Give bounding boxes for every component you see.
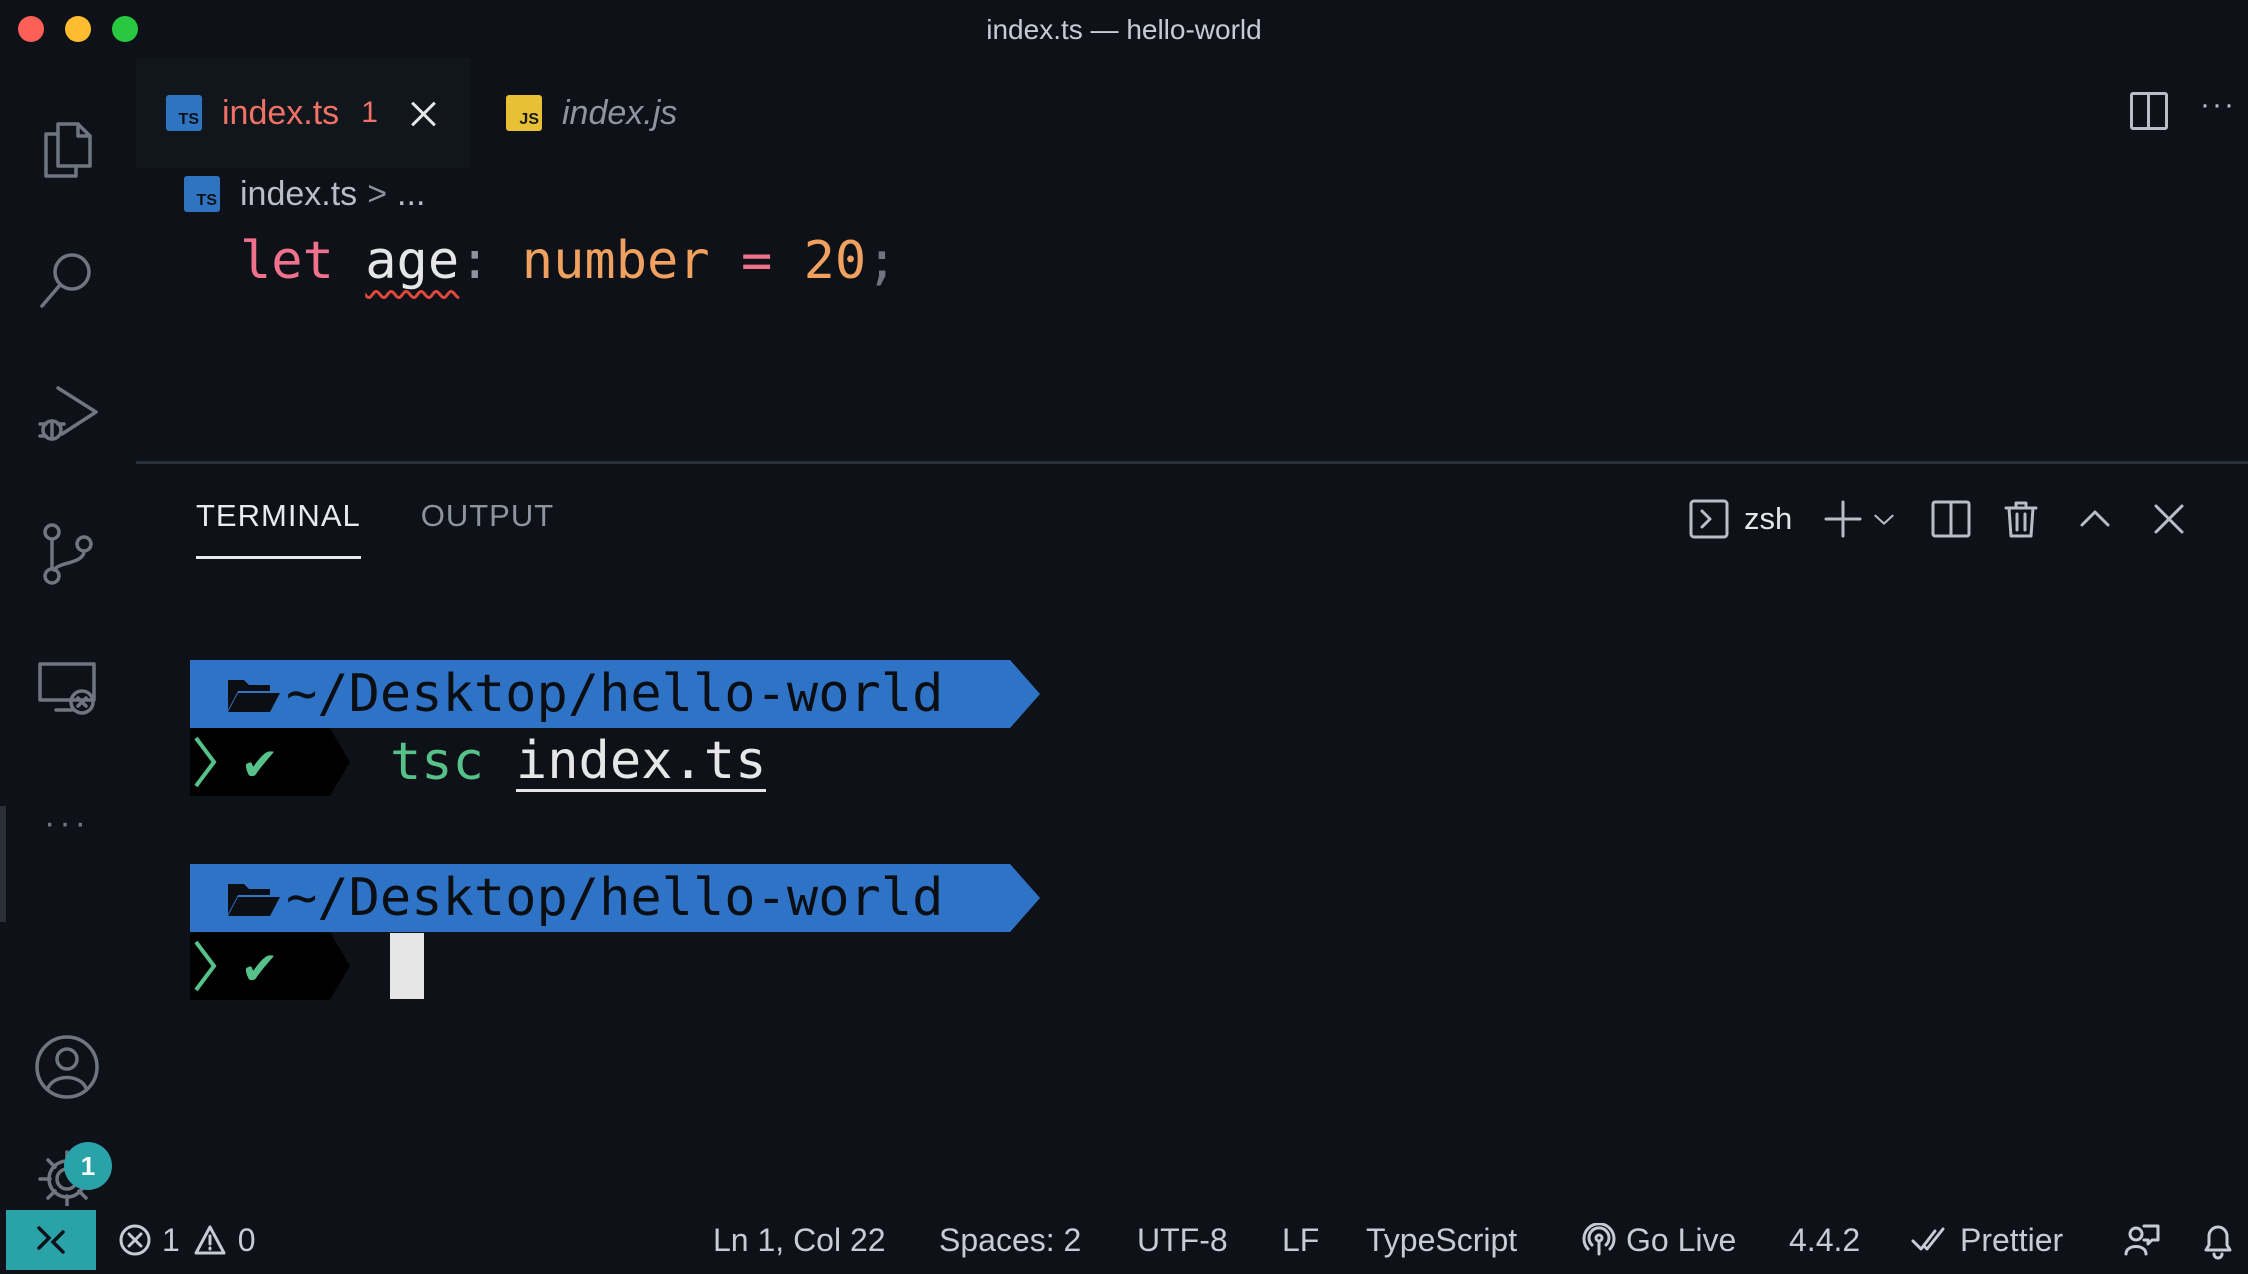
editor-tab-bar: TS index.ts 1 JS index.js	[136, 58, 2248, 168]
indentation-selector[interactable]: Spaces: 2	[939, 1206, 1081, 1274]
shell-name: zsh	[1744, 501, 1793, 536]
prompt-chevron-icon	[194, 940, 217, 992]
title-bar: index.ts — hello-world	[0, 0, 2248, 58]
panel-actions: zsh	[1688, 494, 2248, 544]
error-icon	[119, 1224, 151, 1256]
command-argument: index.ts	[515, 730, 767, 792]
typescript-version[interactable]: 4.4.2	[1789, 1206, 1860, 1274]
split-editor-icon[interactable]	[2130, 92, 2168, 130]
close-icon[interactable]	[406, 96, 440, 130]
breadcrumb: TS index.ts > ...	[184, 172, 425, 216]
check-icon: ✔	[244, 732, 276, 792]
error-count: 1	[162, 1221, 180, 1258]
folder-open-icon	[228, 680, 280, 712]
prompt-path: ~/Desktop/hello-world	[286, 868, 944, 928]
broadcast-icon	[1582, 1223, 1616, 1256]
tab-problem-count: 1	[361, 96, 378, 129]
remote-indicator-button[interactable]	[6, 1210, 96, 1270]
kill-terminal-button[interactable]	[2000, 494, 2042, 544]
chevron-up-icon	[2080, 510, 2110, 527]
search-icon[interactable]	[28, 240, 106, 318]
prompt-input-line: ✔	[190, 932, 1050, 1000]
feedback-icon	[2124, 1224, 2160, 1256]
tab-index-ts[interactable]: TS index.ts 1	[136, 58, 470, 168]
colon-token: :	[459, 231, 491, 291]
more-icon[interactable]: ···	[28, 784, 106, 862]
terminal-icon	[1689, 499, 1729, 539]
check-icon: ✔	[244, 936, 276, 996]
terminal-cursor	[390, 933, 424, 999]
bell-icon	[2204, 1225, 2232, 1260]
more-actions-icon[interactable]: ···	[2200, 88, 2236, 122]
number-token: 20	[803, 231, 867, 291]
settings-update-badge: 1	[64, 1142, 112, 1190]
operator-token: =	[740, 231, 773, 291]
cursor-position[interactable]: Ln 1, Col 22	[713, 1206, 886, 1274]
tab-index-js[interactable]: JS index.js	[506, 58, 677, 168]
warning-icon	[194, 1225, 226, 1255]
prompt-status-segment: ✔	[190, 728, 350, 796]
typescript-file-icon: TS	[184, 176, 220, 212]
run-debug-icon[interactable]	[28, 376, 106, 454]
prettier-button[interactable]: Prettier	[1910, 1206, 2063, 1274]
javascript-file-icon: JS	[506, 95, 542, 131]
explorer-icon[interactable]	[28, 110, 106, 188]
bottom-panel: TERMINAL OUTPUT zsh	[136, 461, 2248, 1206]
new-terminal-button[interactable]	[1822, 494, 1864, 544]
chevron-down-icon	[1874, 514, 1894, 525]
remote-explorer-icon[interactable]	[28, 648, 106, 726]
typescript-file-icon: TS	[166, 95, 202, 131]
problems-indicator[interactable]: 1 0	[118, 1206, 256, 1274]
accounts-icon[interactable]	[28, 1028, 106, 1106]
eol-selector[interactable]: LF	[1282, 1206, 1319, 1274]
remote-icon	[37, 1226, 65, 1254]
terminal-shell-selector[interactable]: zsh	[1688, 494, 1792, 544]
chevron-right-icon: >	[367, 174, 388, 213]
notifications-button[interactable]	[2200, 1206, 2236, 1274]
go-live-button[interactable]: Go Live	[1582, 1206, 1736, 1274]
code-line[interactable]: let age: number = 20;	[240, 226, 898, 296]
variable-token: age	[365, 231, 460, 291]
tab-label: index.ts	[222, 93, 340, 132]
feedback-button[interactable]	[2122, 1206, 2162, 1274]
tab-label: index.js	[562, 93, 678, 132]
activity-scroll-indicator	[0, 806, 6, 922]
plus-icon	[1824, 500, 1862, 538]
prompt-chevron-icon	[194, 736, 217, 788]
prompt-path-segment: ~/Desktop/hello-world	[190, 660, 1040, 728]
warning-count: 0	[237, 1221, 256, 1258]
command-name: tsc	[390, 732, 484, 792]
prompt-path: ~/Desktop/hello-world	[286, 664, 944, 724]
tab-terminal[interactable]: TERMINAL	[196, 498, 361, 559]
prompt-status-segment: ✔	[190, 932, 350, 1000]
folder-open-icon	[228, 884, 280, 916]
tab-output[interactable]: OUTPUT	[421, 498, 554, 559]
panel-tabs: TERMINAL OUTPUT	[196, 498, 614, 559]
status-bar: 1 0 Ln 1, Col 22 Spaces: 2 UTF-8 LF Type…	[0, 1206, 2248, 1274]
breadcrumb-more[interactable]: ...	[397, 175, 425, 214]
prompt-path-segment: ~/Desktop/hello-world	[190, 864, 1040, 932]
trash-icon	[2004, 501, 2038, 538]
double-check-icon	[1911, 1227, 1945, 1251]
semicolon-token: ;	[866, 231, 898, 291]
window-title: index.ts — hello-world	[986, 14, 1262, 45]
maximize-panel-button[interactable]	[2074, 494, 2116, 544]
keyword-token: let	[240, 231, 334, 291]
source-control-icon[interactable]	[28, 514, 106, 592]
go-live-label: Go Live	[1626, 1221, 1737, 1258]
type-token: number	[521, 231, 710, 291]
encoding-selector[interactable]: UTF-8	[1137, 1206, 1228, 1274]
terminal-dropdown-button[interactable]	[1870, 494, 1898, 544]
language-mode-selector[interactable]: TypeScript	[1366, 1206, 1517, 1274]
prettier-label: Prettier	[1960, 1221, 2064, 1258]
prompt-command-line: ✔ tsc index.ts	[190, 728, 1050, 796]
split-icon	[1931, 500, 1971, 538]
close-panel-button[interactable]	[2148, 494, 2190, 544]
close-icon	[2154, 504, 2184, 534]
breadcrumb-file[interactable]: index.ts	[240, 175, 357, 214]
split-terminal-button[interactable]	[1930, 494, 1972, 544]
activity-bar: ···	[0, 58, 136, 1208]
